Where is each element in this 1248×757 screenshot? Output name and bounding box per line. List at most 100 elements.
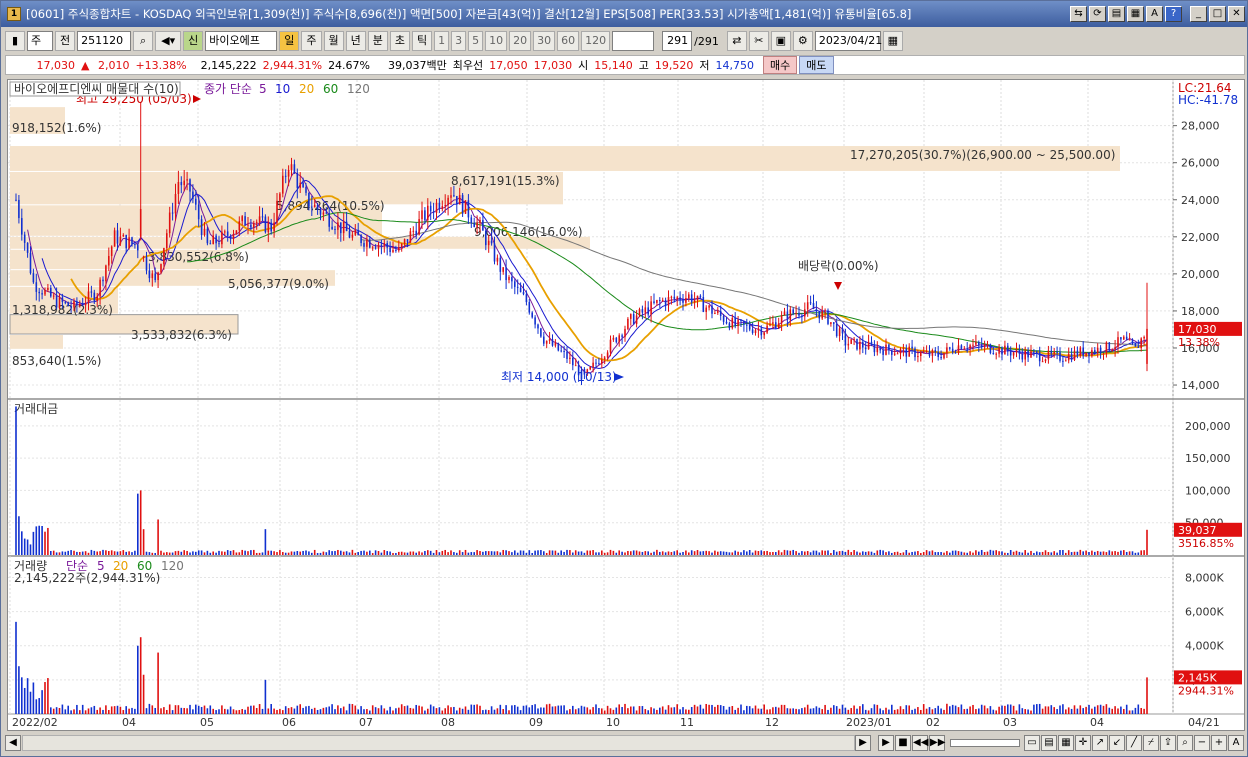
x-tick-label: 11 (680, 716, 694, 729)
chart-settings-icon[interactable]: ▮ (5, 31, 25, 51)
candle-body (621, 335, 623, 337)
interval-30[interactable]: 30 (533, 31, 556, 51)
volume-bar (1009, 704, 1012, 714)
volume-bar (137, 645, 139, 714)
volume-bar (514, 705, 516, 714)
interval-10[interactable]: 10 (485, 31, 508, 51)
horizontal-scrollbar[interactable] (22, 735, 855, 751)
volume-bar (1120, 706, 1122, 714)
scissors-icon[interactable]: ✂ (748, 31, 769, 51)
interval-20[interactable]: 20 (509, 31, 532, 51)
value-bar (142, 529, 145, 555)
value-bar (21, 531, 23, 555)
value-bar (746, 551, 748, 555)
arrows-icon[interactable]: ⇄ (726, 31, 747, 51)
speed-slider[interactable] (950, 739, 1020, 747)
refresh-icon[interactable]: ⟳ (1089, 6, 1106, 22)
date-input[interactable]: 2023/04/21 (814, 31, 882, 51)
play-icon[interactable]: ▶ (878, 735, 894, 751)
prev-button[interactable]: 전 (55, 31, 76, 51)
value-bar (737, 551, 739, 555)
volume-bar (1117, 708, 1119, 714)
line-icon[interactable]: ╱ (1126, 735, 1142, 751)
candle-body (946, 347, 948, 353)
volume-bar (41, 690, 43, 714)
chart-area[interactable]: 2022/02 04 05 06 07 08 09 10 11 12 2023/01 02 03 04 04… (7, 79, 1245, 731)
candle-body (151, 273, 154, 279)
plus-icon[interactable]: + (1211, 735, 1227, 751)
stop-icon[interactable]: ■ (895, 735, 911, 751)
disk-icon[interactable]: ▣ (770, 31, 791, 51)
timeframe-second[interactable]: 초 (389, 31, 410, 51)
scroll-left-icon[interactable]: ◀ (5, 735, 21, 751)
interval-1[interactable]: 1 (434, 31, 450, 51)
candle-body (514, 281, 516, 287)
value-bar (519, 550, 522, 555)
candle-body (893, 353, 896, 355)
rewind-icon[interactable]: ◀◀ (912, 735, 928, 751)
volume-bar (177, 705, 180, 714)
trend-icon[interactable]: ⌿ (1143, 735, 1159, 751)
volume-bar (209, 705, 212, 714)
calendar-icon[interactable]: ▦ (882, 31, 903, 51)
volume-bar (737, 707, 739, 714)
custom-interval-select[interactable] (612, 31, 655, 51)
interval-5[interactable]: 5 (468, 31, 484, 51)
volume-bar (548, 703, 551, 714)
save-icon[interactable]: ▦ (1127, 6, 1144, 22)
help-icon[interactable]: ? (1165, 6, 1182, 22)
value-bar (1036, 551, 1038, 555)
grid-icon[interactable]: ▦ (1058, 735, 1074, 751)
interval-3[interactable]: 3 (451, 31, 467, 51)
interval-60[interactable]: 60 (557, 31, 580, 51)
maximize-button[interactable]: □ (1209, 6, 1226, 22)
value-bar (99, 551, 101, 555)
text-icon[interactable]: A (1228, 735, 1244, 751)
count-input[interactable]: 291 (662, 31, 693, 51)
candle-body (113, 230, 116, 247)
y-tick-label: 200,000 (1185, 420, 1231, 433)
value-bar (1041, 551, 1044, 555)
timeframe-minute[interactable]: 분 (367, 31, 388, 51)
timeframe-week[interactable]: 주 (301, 31, 322, 51)
export-icon[interactable]: ⇪ (1160, 735, 1176, 751)
split-icon[interactable]: ▤ (1041, 735, 1057, 751)
forward-icon[interactable]: ▶▶ (929, 735, 945, 751)
arrow-out-icon[interactable]: ↗ (1092, 735, 1108, 751)
code-input[interactable]: 251120 (77, 31, 132, 51)
timeframe-tick[interactable]: 틱 (412, 31, 433, 51)
font-icon[interactable]: A (1146, 6, 1163, 22)
print-icon[interactable]: ▤ (1108, 6, 1125, 22)
arrow-in-icon[interactable]: ↙ (1109, 735, 1125, 751)
timeframe-day[interactable]: 일 (279, 31, 300, 51)
volume-bar (960, 704, 963, 714)
candle-body (699, 295, 702, 298)
timeframe-month[interactable]: 월 (323, 31, 344, 51)
search-icon[interactable]: ⌕ (133, 31, 154, 51)
timeframe-year[interactable]: 년 (345, 31, 366, 51)
zoom-icon[interactable]: ⌕ (1177, 735, 1193, 751)
minus-icon[interactable]: − (1194, 735, 1210, 751)
value-bar (487, 551, 490, 555)
candle-body (1030, 351, 1032, 358)
period-select[interactable]: 주 (27, 31, 53, 51)
close-button[interactable]: ✕ (1228, 6, 1245, 22)
candle-body (502, 267, 504, 272)
scroll-right-icon[interactable]: ▶ (855, 735, 871, 751)
volume-bar (441, 710, 444, 714)
sell-button[interactable]: 매도 (799, 56, 834, 74)
interval-120[interactable]: 120 (581, 31, 611, 51)
volume-bar (282, 710, 284, 714)
volume-bar (728, 706, 731, 714)
candle-body (250, 224, 252, 228)
layout-icon[interactable]: ▭ (1024, 735, 1040, 751)
chart-svg[interactable]: 2022/02 04 05 06 07 08 09 10 11 12 2023/01 02 03 04 04… (8, 80, 1245, 731)
volume-bar (334, 709, 336, 714)
crosshair-icon[interactable]: ✛ (1075, 735, 1091, 751)
gear-icon[interactable]: ⚙ (792, 31, 813, 51)
speaker-icon[interactable]: ◀▾ (155, 31, 182, 51)
minimize-button[interactable]: _ (1190, 6, 1207, 22)
volume-bar (670, 707, 673, 714)
buy-button[interactable]: 매수 (763, 56, 798, 74)
link-icon[interactable]: ⇆ (1070, 6, 1087, 22)
